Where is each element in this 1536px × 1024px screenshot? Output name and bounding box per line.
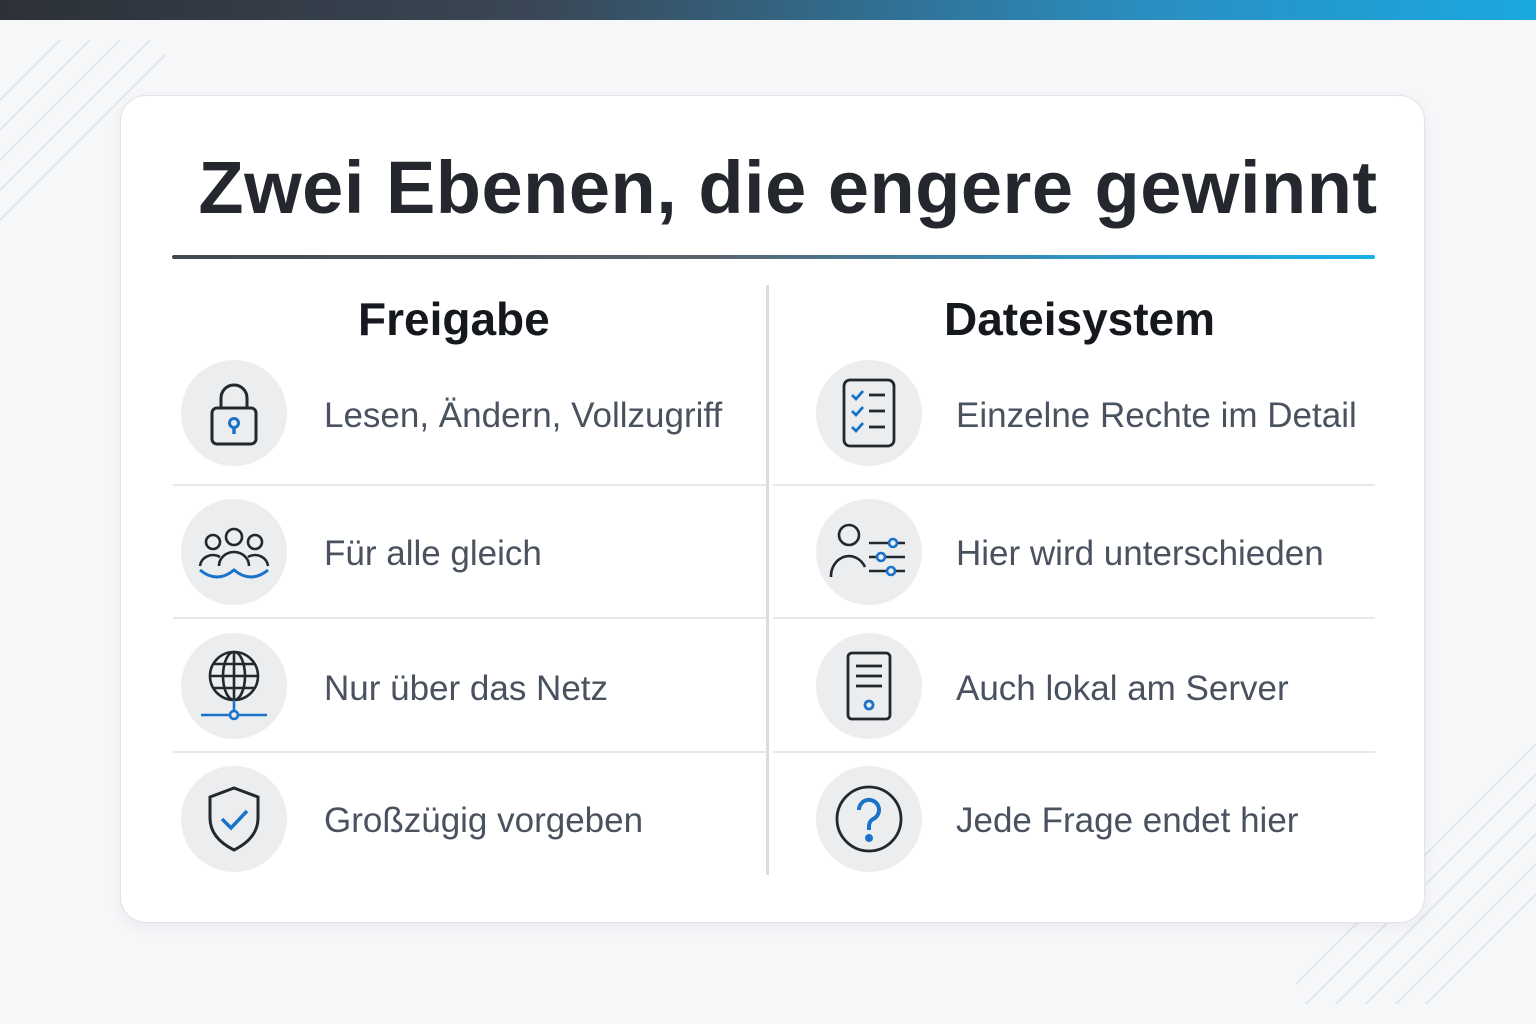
row-divider [173,484,766,486]
page-title: Zwei Ebenen, die engere gewinnt [198,146,1378,229]
globe-network-icon [181,633,287,739]
item-text: Für alle gleich [324,534,542,573]
row-divider [773,617,1375,619]
item-text: Großzügig vorgeben [324,801,644,840]
lock-icon [181,360,287,466]
column-heading-dateisystem: Dateisystem [944,293,1216,345]
group-icon [181,499,287,605]
item-text: Einzelne Rechte im Detail [956,396,1357,435]
column-heading-freigabe: Freigabe [358,293,550,345]
item-text: Hier wird unterschieden [956,534,1324,573]
item-text: Lesen, Ändern, Vollzugriff [324,396,723,435]
row-divider [173,751,766,753]
item-text: Nur über das Netz [324,669,609,708]
item-text: Auch lokal am Server [956,669,1289,708]
row-divider [773,751,1375,753]
item-text: Jede Frage endet hier [956,801,1299,840]
server-icon [816,633,922,739]
user-settings-icon [816,499,922,605]
checklist-icon [816,360,922,466]
title-underline [172,255,1375,259]
question-icon [816,766,922,872]
column-divider [766,285,769,875]
row-divider [173,617,766,619]
row-divider [773,484,1375,486]
shield-check-icon [181,766,287,872]
top-accent-bar [0,0,1536,20]
